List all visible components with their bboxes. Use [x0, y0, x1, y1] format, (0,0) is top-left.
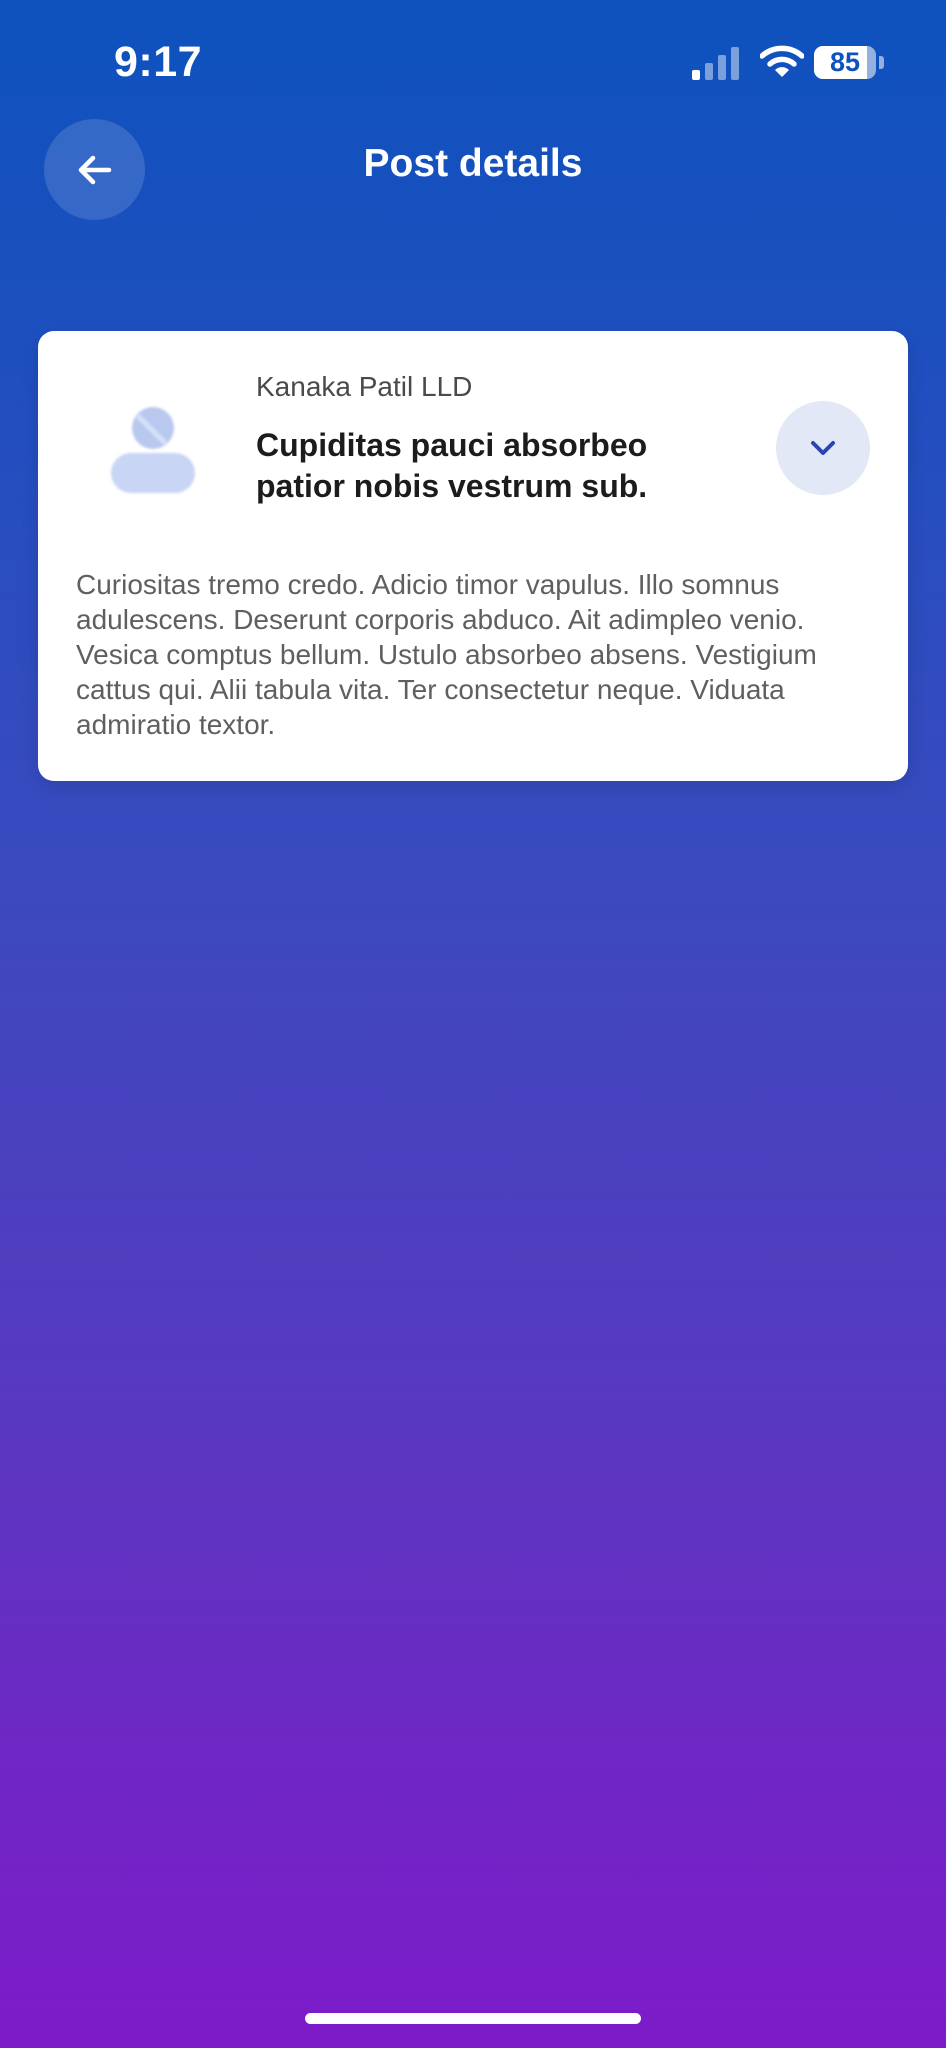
battery-level: 85	[829, 47, 861, 77]
home-indicator[interactable]	[305, 2013, 641, 2024]
wifi-icon	[760, 45, 804, 77]
battery-cap	[879, 56, 884, 69]
battery-icon: 85	[814, 44, 886, 82]
post-card: Kanaka Patil LLD Cupiditas pauci absorbe…	[38, 331, 908, 781]
expand-button[interactable]	[776, 401, 870, 495]
cellular-signal-icon	[692, 47, 739, 80]
user-avatar-icon	[111, 407, 195, 493]
post-title: Cupiditas pauci absorbeo patior nobis ve…	[256, 427, 648, 504]
chevron-down-icon	[811, 441, 835, 455]
page-title: Post details	[363, 142, 583, 185]
battery-body: 85	[814, 46, 876, 79]
status-bar: 9:17 85	[0, 0, 946, 110]
post-body: Curiositas tremo credo. Adicio timor vap…	[76, 569, 817, 740]
status-time: 9:17	[114, 38, 203, 86]
author-name: Kanaka Patil LLD	[256, 371, 473, 402]
